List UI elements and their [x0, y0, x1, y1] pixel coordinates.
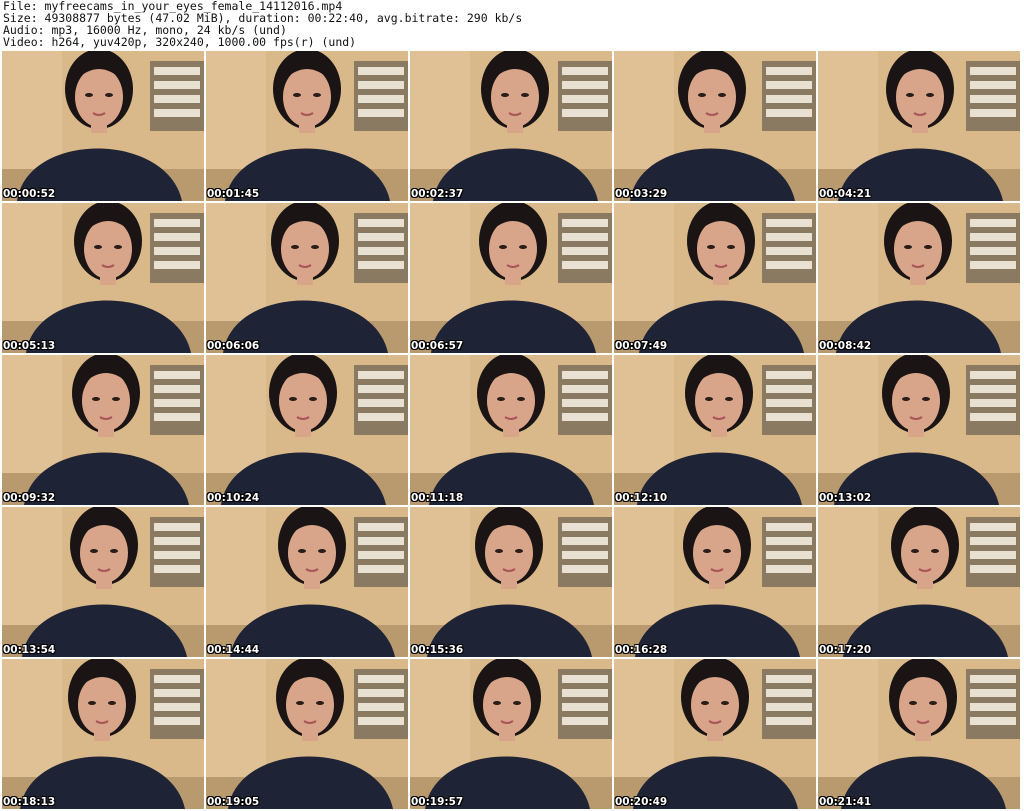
thumbnail-frame-image — [206, 203, 408, 353]
thumbnail-frame-image — [206, 355, 408, 505]
thumbnail-timestamp: 00:21:41 — [819, 796, 872, 808]
thumbnail-timestamp: 00:19:05 — [207, 796, 260, 808]
thumbnail-frame-image — [2, 51, 204, 201]
video-thumbnail: 00:13:02 — [818, 355, 1020, 505]
thumbnail-frame-image — [2, 659, 204, 809]
thumbnail-timestamp: 00:04:21 — [819, 188, 872, 200]
thumbnail-frame-image — [410, 659, 612, 809]
video-thumbnail: 00:07:49 — [614, 203, 816, 353]
thumbnail-frame-image — [818, 355, 1020, 505]
video-thumbnail: 00:13:54 — [2, 507, 204, 657]
thumbnail-timestamp: 00:09:32 — [3, 492, 56, 504]
thumbnail-frame-image — [2, 355, 204, 505]
thumbnail-frame-image — [206, 51, 408, 201]
thumbnail-timestamp: 00:17:20 — [819, 644, 872, 656]
thumbnail-timestamp: 00:07:49 — [615, 340, 668, 352]
video-thumbnail: 00:00:52 — [2, 51, 204, 201]
video-info-header: File: myfreecams_in_your_eyes_female_141… — [3, 0, 1021, 50]
video-thumbnail: 00:21:41 — [818, 659, 1020, 809]
thumbnail-timestamp: 00:06:06 — [207, 340, 260, 352]
thumbnail-timestamp: 00:08:42 — [819, 340, 872, 352]
thumbnail-frame-image — [614, 507, 816, 657]
video-thumbnail: 00:01:45 — [206, 51, 408, 201]
video-thumbnail: 00:12:10 — [614, 355, 816, 505]
video-thumbnail: 00:04:21 — [818, 51, 1020, 201]
thumbnail-frame-image — [206, 507, 408, 657]
video-thumbnail: 00:05:13 — [2, 203, 204, 353]
thumbnail-timestamp: 00:16:28 — [615, 644, 668, 656]
thumbnail-timestamp: 00:06:57 — [411, 340, 464, 352]
thumbnail-timestamp: 00:01:45 — [207, 188, 260, 200]
thumbnail-frame-image — [818, 203, 1020, 353]
thumbnail-timestamp: 00:12:10 — [615, 492, 668, 504]
thumbnail-timestamp: 00:03:29 — [615, 188, 668, 200]
thumbnail-timestamp: 00:19:57 — [411, 796, 464, 808]
thumbnail-frame-image — [614, 659, 816, 809]
video-thumbnail: 00:06:06 — [206, 203, 408, 353]
thumbnail-frame-image — [410, 507, 612, 657]
video-thumbnail: 00:17:20 — [818, 507, 1020, 657]
video-thumbnail: 00:16:28 — [614, 507, 816, 657]
video-thumbnail: 00:03:29 — [614, 51, 816, 201]
thumbnail-frame-image — [2, 203, 204, 353]
thumbnail-frame-image — [818, 51, 1020, 201]
thumbnail-frame-image — [410, 51, 612, 201]
video-info-line: Video: h264, yuv420p, 320x240, 1000.00 f… — [3, 35, 357, 49]
thumbnail-timestamp: 00:15:36 — [411, 644, 464, 656]
thumbnail-timestamp: 00:10:24 — [207, 492, 260, 504]
thumbnail-timestamp: 00:13:54 — [3, 644, 56, 656]
thumbnail-frame-image — [2, 507, 204, 657]
thumbnail-timestamp: 00:05:13 — [3, 340, 56, 352]
video-thumbnail: 00:18:13 — [2, 659, 204, 809]
thumbnail-timestamp: 00:02:37 — [411, 188, 464, 200]
video-thumbnail: 00:02:37 — [410, 51, 612, 201]
video-thumbnail: 00:15:36 — [410, 507, 612, 657]
thumbnail-timestamp: 00:14:44 — [207, 644, 260, 656]
thumbnail-frame-image — [818, 507, 1020, 657]
thumbnail-frame-image — [206, 659, 408, 809]
thumbnail-frame-image — [818, 659, 1020, 809]
thumbnail-timestamp: 00:13:02 — [819, 492, 872, 504]
video-thumbnail: 00:06:57 — [410, 203, 612, 353]
video-thumbnail: 00:10:24 — [206, 355, 408, 505]
thumbnail-frame-image — [614, 355, 816, 505]
video-thumbnail: 00:20:49 — [614, 659, 816, 809]
video-thumbnail: 00:19:05 — [206, 659, 408, 809]
thumbnail-timestamp: 00:18:13 — [3, 796, 56, 808]
video-thumbnail: 00:11:18 — [410, 355, 612, 505]
thumbnail-timestamp: 00:20:49 — [615, 796, 668, 808]
thumbnail-frame-image — [614, 51, 816, 201]
video-thumbnail: 00:14:44 — [206, 507, 408, 657]
thumbnail-grid: 00:00:52 00:01:45 00:02:37 00:03:29 00:04:21… — [2, 51, 1022, 811]
thumbnail-frame-image — [410, 355, 612, 505]
video-thumbnail: 00:19:57 — [410, 659, 612, 809]
thumbnail-timestamp: 00:00:52 — [3, 188, 56, 200]
video-thumbnail: 00:09:32 — [2, 355, 204, 505]
thumbnail-frame-image — [410, 203, 612, 353]
video-thumbnail: 00:08:42 — [818, 203, 1020, 353]
thumbnail-timestamp: 00:11:18 — [411, 492, 464, 504]
thumbnail-frame-image — [614, 203, 816, 353]
